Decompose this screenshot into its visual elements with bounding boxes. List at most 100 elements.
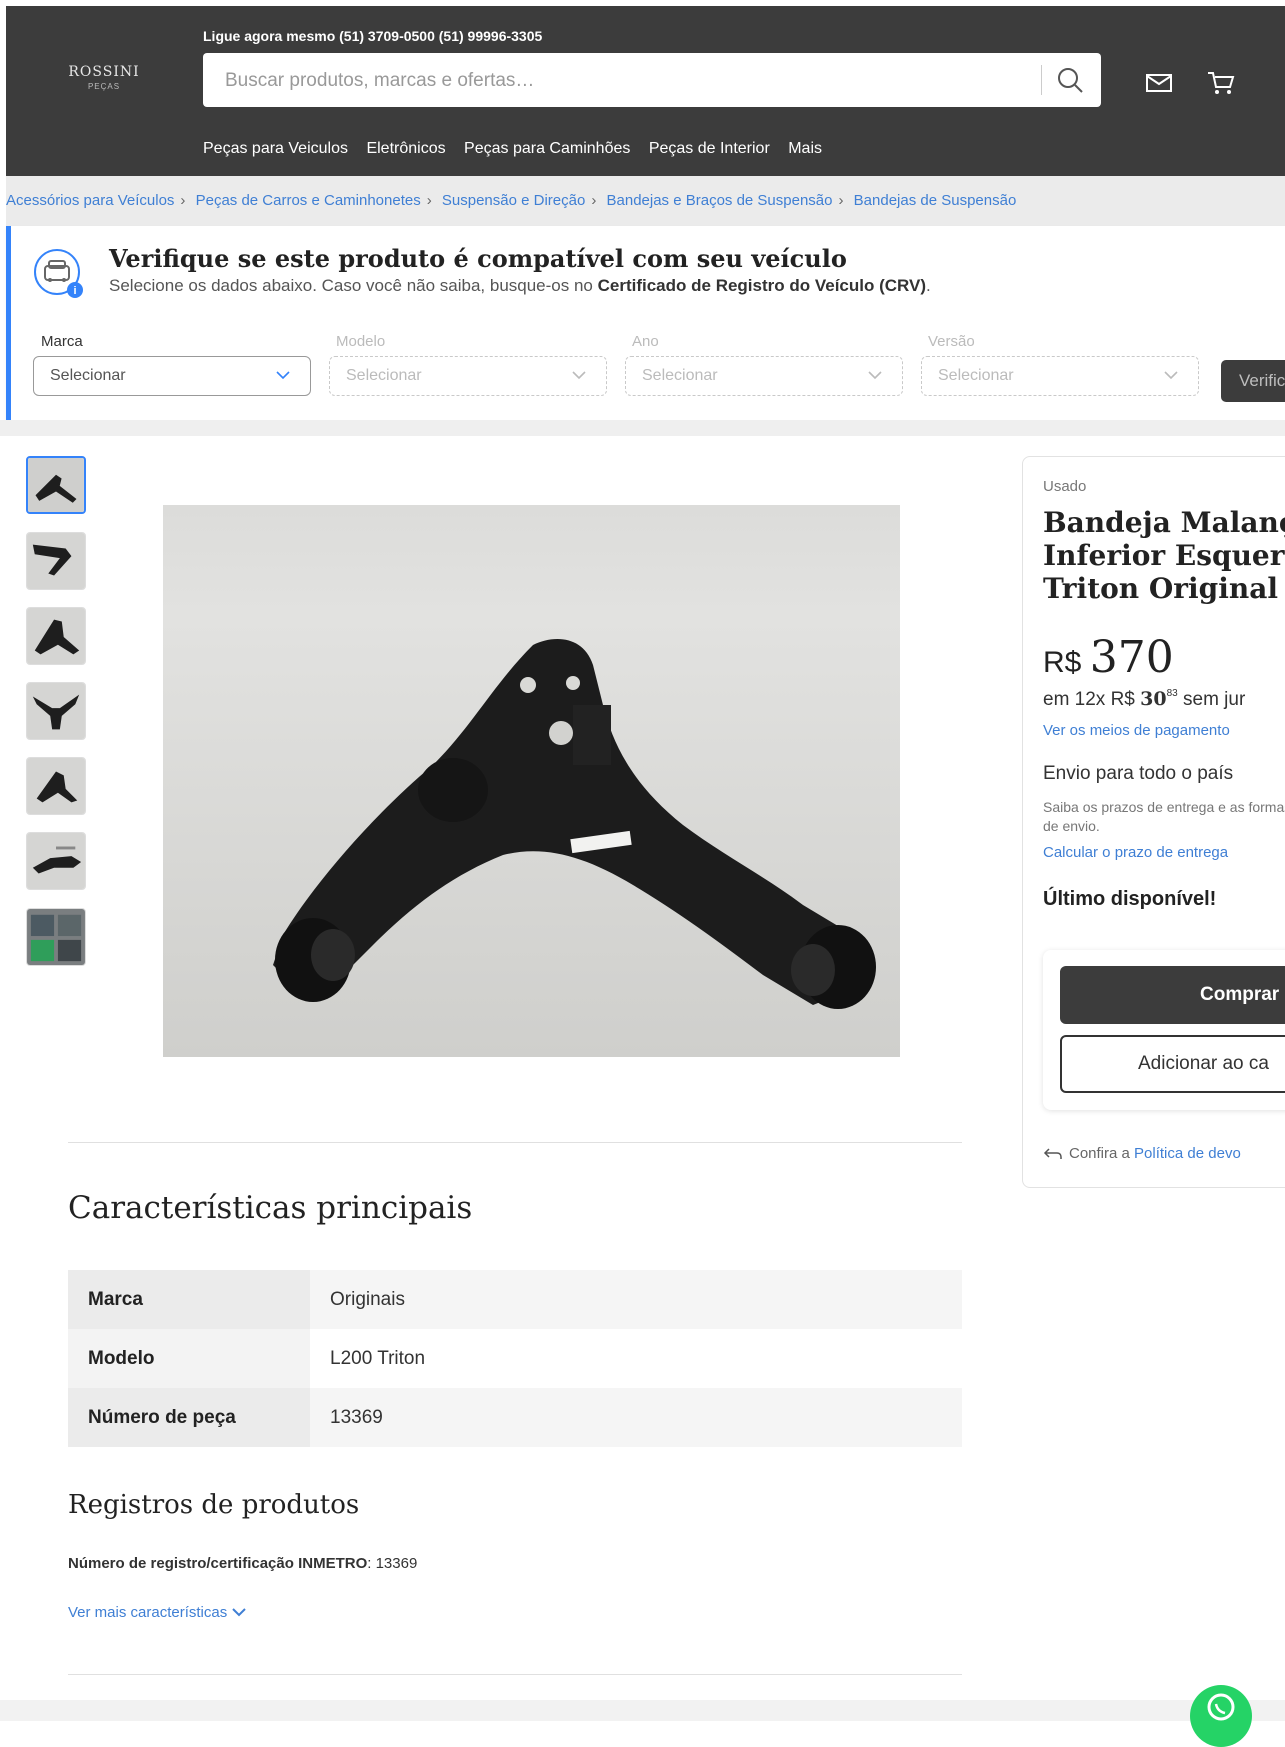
spec-value: L200 Triton xyxy=(310,1329,962,1388)
breadcrumb-link[interactable]: Suspensão e Direção xyxy=(442,192,585,209)
whatsapp-icon xyxy=(1207,1693,1235,1721)
chevron-down-icon xyxy=(276,371,290,380)
compat-sub-crv: Certificado de Registro do Veículo (CRV) xyxy=(597,276,927,295)
compat-subtitle: Selecione os dados abaixo. Caso você não… xyxy=(109,276,931,296)
spec-key: Modelo xyxy=(68,1329,310,1388)
version-select[interactable]: Selecionar xyxy=(921,356,1199,396)
search-input[interactable] xyxy=(223,68,1027,94)
gallery-thumbnail[interactable] xyxy=(26,607,86,665)
logo-line2: PEÇAS xyxy=(87,82,121,91)
chevron-down-icon xyxy=(232,1608,247,1617)
gallery-thumbnail[interactable] xyxy=(26,456,86,514)
table-row: Modelo L200 Triton xyxy=(68,1329,962,1388)
spec-key: Marca xyxy=(68,1270,310,1329)
nav-item-vehicles[interactable]: Peças para Veiculos xyxy=(203,140,348,157)
divider xyxy=(68,1674,962,1675)
breadcrumb: Acessórios para Veículos › Peças de Carro… xyxy=(6,176,1285,226)
model-select-value: Selecionar xyxy=(346,367,422,384)
compat-sub-text: Selecione os dados abaixo. Caso você não… xyxy=(109,276,598,295)
chevron-right-icon: › xyxy=(426,192,432,209)
search-icon[interactable] xyxy=(1055,65,1085,95)
inmetro-label: Número de registro/certificação INMETRO xyxy=(68,1555,368,1572)
contact-phone: Ligue agora mesmo (51) 3709-0500 (51) 99… xyxy=(203,28,543,44)
installments-cents: 83 xyxy=(1166,688,1178,699)
registry-title: Registros de produtos xyxy=(68,1490,360,1520)
mail-icon[interactable] xyxy=(1144,70,1174,96)
product-condition: Usado xyxy=(1043,478,1087,495)
model-select[interactable]: Selecionar xyxy=(329,356,607,396)
chevron-down-icon xyxy=(572,371,586,380)
breadcrumb-link[interactable]: Peças de Carros e Caminhonetes xyxy=(196,192,421,209)
nav-item-more[interactable]: Mais xyxy=(788,140,822,157)
brand-select-value: Selecionar xyxy=(50,367,126,384)
gallery-thumbnail[interactable] xyxy=(26,757,86,815)
car-info-icon: i xyxy=(34,249,83,298)
inmetro-registry: Número de registro/certificação INMETRO:… xyxy=(68,1555,417,1572)
installments: em 12x R$ 3083 sem jur xyxy=(1043,688,1245,711)
specs-table: Marca Originais Modelo L200 Triton Númer… xyxy=(68,1270,962,1447)
product-main-image[interactable] xyxy=(163,505,900,1057)
table-row: Número de peça 13369 xyxy=(68,1388,962,1447)
gallery-thumbnail[interactable] xyxy=(26,832,86,890)
nav-item-interior[interactable]: Peças de Interior xyxy=(649,140,770,157)
spec-key: Número de peça xyxy=(68,1388,310,1447)
payment-methods-link[interactable]: Ver os meios de pagamento xyxy=(1043,722,1230,739)
brand-select[interactable]: Selecionar xyxy=(33,356,311,396)
add-to-cart-button[interactable]: Adicionar ao ca xyxy=(1060,1035,1285,1093)
main-nav: Peças para Veiculos Eletrônicos Peças pa… xyxy=(203,140,836,158)
compat-title: Verifique se este produto é compatível c… xyxy=(109,244,847,273)
installments-suffix: sem jur xyxy=(1177,689,1246,710)
characteristics-title: Características principais xyxy=(68,1190,473,1226)
year-select[interactable]: Selecionar xyxy=(625,356,903,396)
product-title-line: Bandeja Malança xyxy=(1043,506,1285,539)
stock-status: Último disponível! xyxy=(1043,888,1217,910)
section-separator xyxy=(0,420,1285,436)
gallery-thumbnail[interactable] xyxy=(26,908,86,966)
year-select-value: Selecionar xyxy=(642,367,718,384)
product-price: R$ 370 xyxy=(1043,632,1174,683)
gallery-thumbnail[interactable] xyxy=(26,682,86,740)
returns-prefix: Confira a xyxy=(1069,1145,1135,1162)
breadcrumb-link[interactable]: Bandejas e Braços de Suspensão xyxy=(607,192,833,209)
compatibility-checker: i Verifique se este produto é compatível… xyxy=(6,226,1285,420)
price-value: 370 xyxy=(1089,632,1174,683)
product-title-line: Triton Original ( xyxy=(1043,572,1285,605)
verify-button[interactable]: Verific xyxy=(1221,360,1285,402)
version-select-value: Selecionar xyxy=(938,367,1014,384)
search-bar xyxy=(203,53,1101,107)
product-title-line: Inferior Esquerd xyxy=(1043,539,1285,572)
logo[interactable]: ROSSINI PEÇAS xyxy=(64,64,144,91)
calculate-delivery-link[interactable]: Calcular o prazo de entrega xyxy=(1043,844,1228,861)
product-title: Bandeja Malança Inferior Esquerd Triton … xyxy=(1043,506,1285,605)
table-row: Marca Originais xyxy=(68,1270,962,1329)
whatsapp-button[interactable] xyxy=(1190,1685,1252,1747)
returns-policy-link[interactable]: Política de devo xyxy=(1134,1145,1241,1162)
price-currency: R$ xyxy=(1043,646,1082,679)
chevron-right-icon: › xyxy=(838,192,844,209)
see-more-characteristics-link[interactable]: Ver mais características xyxy=(68,1604,247,1621)
return-arrow-icon xyxy=(1043,1148,1062,1160)
compat-sub-end: . xyxy=(926,276,931,295)
logo-line1: ROSSINI xyxy=(68,64,140,80)
divider xyxy=(68,1142,962,1143)
returns-policy: Confira a Política de devo xyxy=(1043,1145,1241,1162)
svg-text:i: i xyxy=(73,285,76,297)
chevron-down-icon xyxy=(1164,371,1178,380)
gallery-thumbnail[interactable] xyxy=(26,532,86,590)
cart-icon[interactable] xyxy=(1206,70,1236,96)
nav-item-trucks[interactable]: Peças para Caminhões xyxy=(464,140,630,157)
shipping-subtext: Saiba os prazos de entrega e as formas d… xyxy=(1043,799,1285,834)
field-label-model: Modelo xyxy=(336,333,386,350)
footer-band xyxy=(0,1700,1285,1721)
chevron-down-icon xyxy=(868,371,882,380)
see-more-label: Ver mais características xyxy=(68,1604,228,1621)
field-label-version: Versão xyxy=(928,333,975,350)
shipping-info: Envio para todo o país xyxy=(1043,763,1234,784)
buy-button[interactable]: Comprar xyxy=(1060,966,1285,1024)
inmetro-value: : 13369 xyxy=(367,1555,418,1572)
breadcrumb-link[interactable]: Acessórios para Veículos xyxy=(6,192,174,209)
installments-prefix: em 12x R$ xyxy=(1043,689,1141,710)
search-divider xyxy=(1041,65,1042,95)
breadcrumb-link[interactable]: Bandejas de Suspensão xyxy=(854,192,1017,209)
nav-item-electronics[interactable]: Eletrônicos xyxy=(366,140,445,157)
